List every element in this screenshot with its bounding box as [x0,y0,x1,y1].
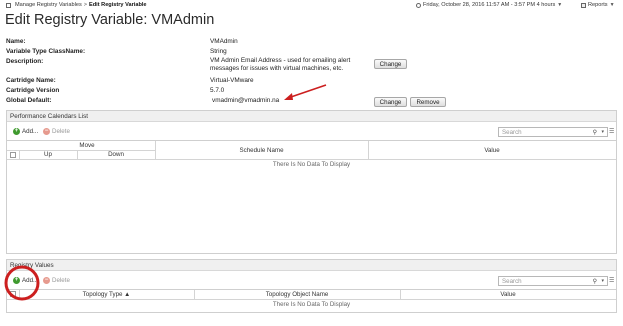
minus-icon: − [43,128,50,135]
reports-menu[interactable]: Reports ▼ [581,2,615,8]
delete-label: Delete [52,128,70,135]
chevron-down-icon: ▼ [609,2,615,8]
search-placeholder: Search [502,277,522,285]
reports-label: Reports [588,2,608,8]
change-description-button[interactable]: Change [374,59,407,69]
column-header-topology-object-name[interactable]: Topology Object Name [194,291,400,298]
plus-icon: + [13,128,20,135]
description-label: Description: [6,58,44,65]
chevron-down-icon[interactable]: ▾ [601,278,604,284]
divider [7,159,616,160]
add-label: Add... [22,128,39,135]
type-value: String [210,48,227,55]
time-range-selector[interactable]: Friday, October 28, 2016 11:57 AM - 3:57… [416,2,562,8]
type-label: Variable Type ClassName: [6,48,86,55]
column-header-move: Move [79,142,95,149]
column-header-schedule-name[interactable]: Schedule Name [155,147,368,154]
global-default-value: vmadmin@vmadmin.na [212,97,280,104]
column-header-topology-type[interactable]: Topology Type ▲ [19,291,194,298]
remove-default-button[interactable]: Remove [410,97,446,107]
columns-icon[interactable]: ☰ [609,128,614,135]
divider [7,299,616,300]
cartridge-name-label: Cartridge Name: [6,77,56,84]
select-all-checkbox[interactable] [10,152,16,158]
empty-message: There Is No Data To Display [272,301,351,308]
breadcrumb-parent-link[interactable]: Manage Registry Variables [15,2,82,8]
cartridge-version-label: Cartridge Version [6,87,60,94]
breadcrumb: Manage Registry Variables > Edit Registr… [6,2,147,8]
delete-button[interactable]: − Delete [43,277,70,284]
annotation-circle-icon [4,265,40,301]
delete-button[interactable]: − Delete [43,128,70,135]
name-value: VMAdmin [210,38,238,45]
time-range-label: Friday, October 28, 2016 11:57 AM - 3:57… [423,2,556,8]
search-input[interactable]: Search ⚲ ▾ [498,127,608,137]
registry-values-panel: Registry Values + Add... − Delete Search… [6,259,617,313]
annotation-arrow-icon [284,84,327,100]
change-default-button[interactable]: Change [374,97,407,107]
registry-grid: Topology Type ▲ Topology Object Name Val… [7,289,616,312]
reports-icon [581,2,586,8]
search-icon[interactable]: ⚲ [593,278,597,285]
panel-title: Registry Values [7,260,616,271]
column-header-down[interactable]: Down [77,151,155,158]
page-icon [6,2,11,8]
top-bar: Manage Registry Variables > Edit Registr… [0,0,623,10]
empty-message: There Is No Data To Display [272,161,351,168]
name-label: Name: [6,38,26,45]
panel-title: Performance Calendars List [7,111,616,122]
toolbar: + Add... − Delete Search ⚲ ▾ ☰ [7,275,616,287]
add-button[interactable]: + Add... [13,128,38,135]
delete-label: Delete [52,277,70,284]
chevron-down-icon: ▼ [557,2,563,8]
minus-icon: − [43,277,50,284]
column-header-value[interactable]: Value [400,291,616,298]
performance-calendars-panel: Performance Calendars List + Add... − De… [6,110,617,254]
search-icon[interactable]: ⚲ [593,129,597,136]
breadcrumb-current: Edit Registry Variable [89,2,147,8]
calendars-grid: Move Up Down Schedule Name Value There I… [7,140,616,253]
global-default-label: Global Default: [6,97,52,104]
search-input[interactable]: Search ⚲ ▾ [498,276,608,286]
column-header-up[interactable]: Up [19,151,77,158]
chevron-down-icon[interactable]: ▾ [601,129,604,135]
cartridge-version-value: 5.7.0 [210,87,225,94]
column-header-value[interactable]: Value [368,147,616,154]
cartridge-name-value: Virtual-VMware [210,77,254,84]
description-value: VM Admin Email Address - used for emaili… [210,57,351,72]
breadcrumb-separator: > [83,2,88,8]
toolbar: + Add... − Delete Search ⚲ ▾ ☰ [7,126,616,138]
clock-icon [416,2,421,8]
search-placeholder: Search [502,128,522,136]
columns-icon[interactable]: ☰ [609,277,614,284]
page-title: Edit Registry Variable: VMAdmin [5,12,215,28]
